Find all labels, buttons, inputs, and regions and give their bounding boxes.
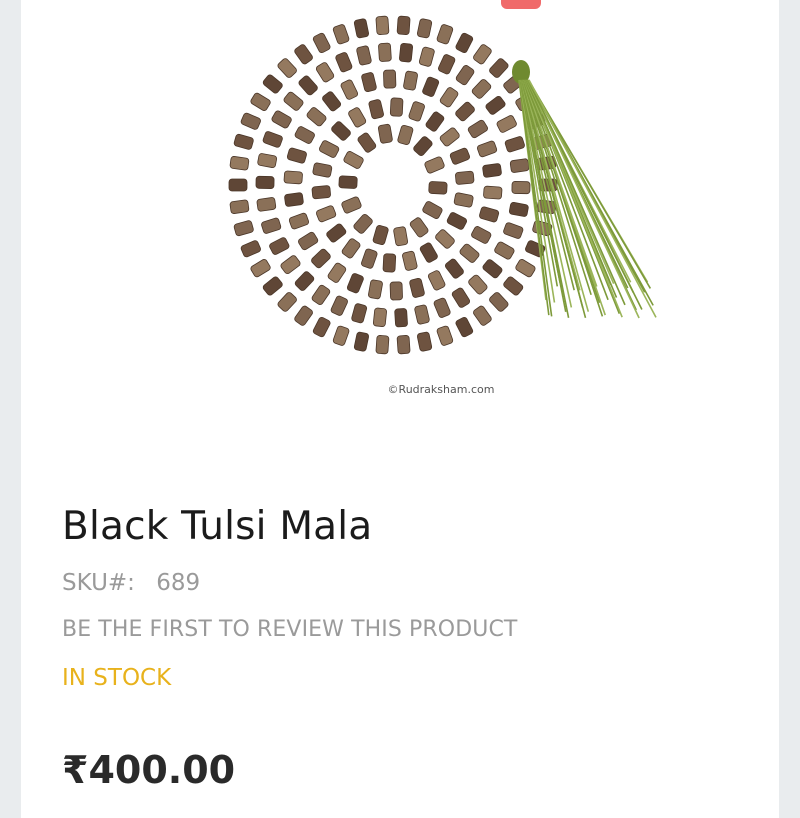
tassel	[512, 60, 657, 319]
tulsi-mala-image	[228, 15, 657, 355]
stock-status: IN STOCK	[62, 665, 172, 691]
sku-row: SKU#: 689	[62, 570, 200, 596]
review-link[interactable]: BE THE FIRST TO REVIEW THIS PRODUCT	[62, 617, 517, 642]
product-image[interactable]: ©Rudraksham.com	[201, 0, 681, 420]
image-watermark: ©Rudraksham.com	[387, 383, 495, 396]
sku-value: 689	[156, 570, 201, 596]
sku-label: SKU#:	[62, 570, 135, 596]
product-price: ₹400.00	[62, 748, 236, 792]
product-title: Black Tulsi Mala	[62, 504, 373, 549]
product-card: ©Rudraksham.com Black Tulsi Mala SKU#: 6…	[21, 0, 779, 818]
